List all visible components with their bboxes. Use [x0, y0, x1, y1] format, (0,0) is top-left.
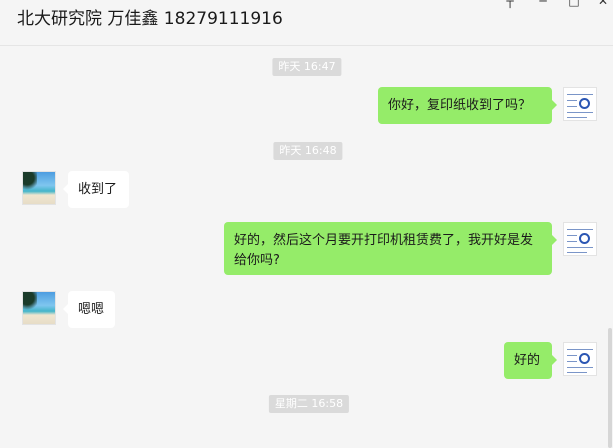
contact-avatar[interactable]: [22, 291, 56, 325]
chat-scrollbar[interactable]: [607, 46, 613, 448]
message-received[interactable]: 嗯嗯: [63, 291, 115, 328]
self-avatar[interactable]: [563, 342, 597, 376]
scrollbar-thumb[interactable]: [608, 328, 612, 448]
message-sent[interactable]: 你好，复印纸收到了吗？: [378, 87, 557, 124]
timestamp: 昨天 16:47: [272, 58, 342, 76]
maximize-icon[interactable]: □: [567, 0, 581, 7]
minimize-icon[interactable]: ─: [536, 0, 550, 7]
chat-title: 北大研究院 万佳鑫 18279111916: [17, 9, 283, 29]
message-sent[interactable]: 好的，然后这个月要开打印机租赁费了，我开好是发给你吗?: [224, 222, 557, 275]
self-avatar[interactable]: [563, 222, 597, 256]
message-sent[interactable]: 好的: [504, 342, 557, 379]
close-icon[interactable]: ✕: [596, 0, 610, 7]
chat-header: 北大研究院 万佳鑫 18279111916 ┬ ─ □ ✕: [0, 0, 613, 46]
self-avatar[interactable]: [563, 87, 597, 121]
timestamp: 昨天 16:48: [273, 142, 343, 160]
contact-avatar[interactable]: [22, 171, 56, 205]
pin-icon[interactable]: ┬: [503, 0, 517, 7]
timestamp: 星期二 16:58: [268, 395, 350, 413]
message-received[interactable]: 收到了: [63, 171, 129, 208]
